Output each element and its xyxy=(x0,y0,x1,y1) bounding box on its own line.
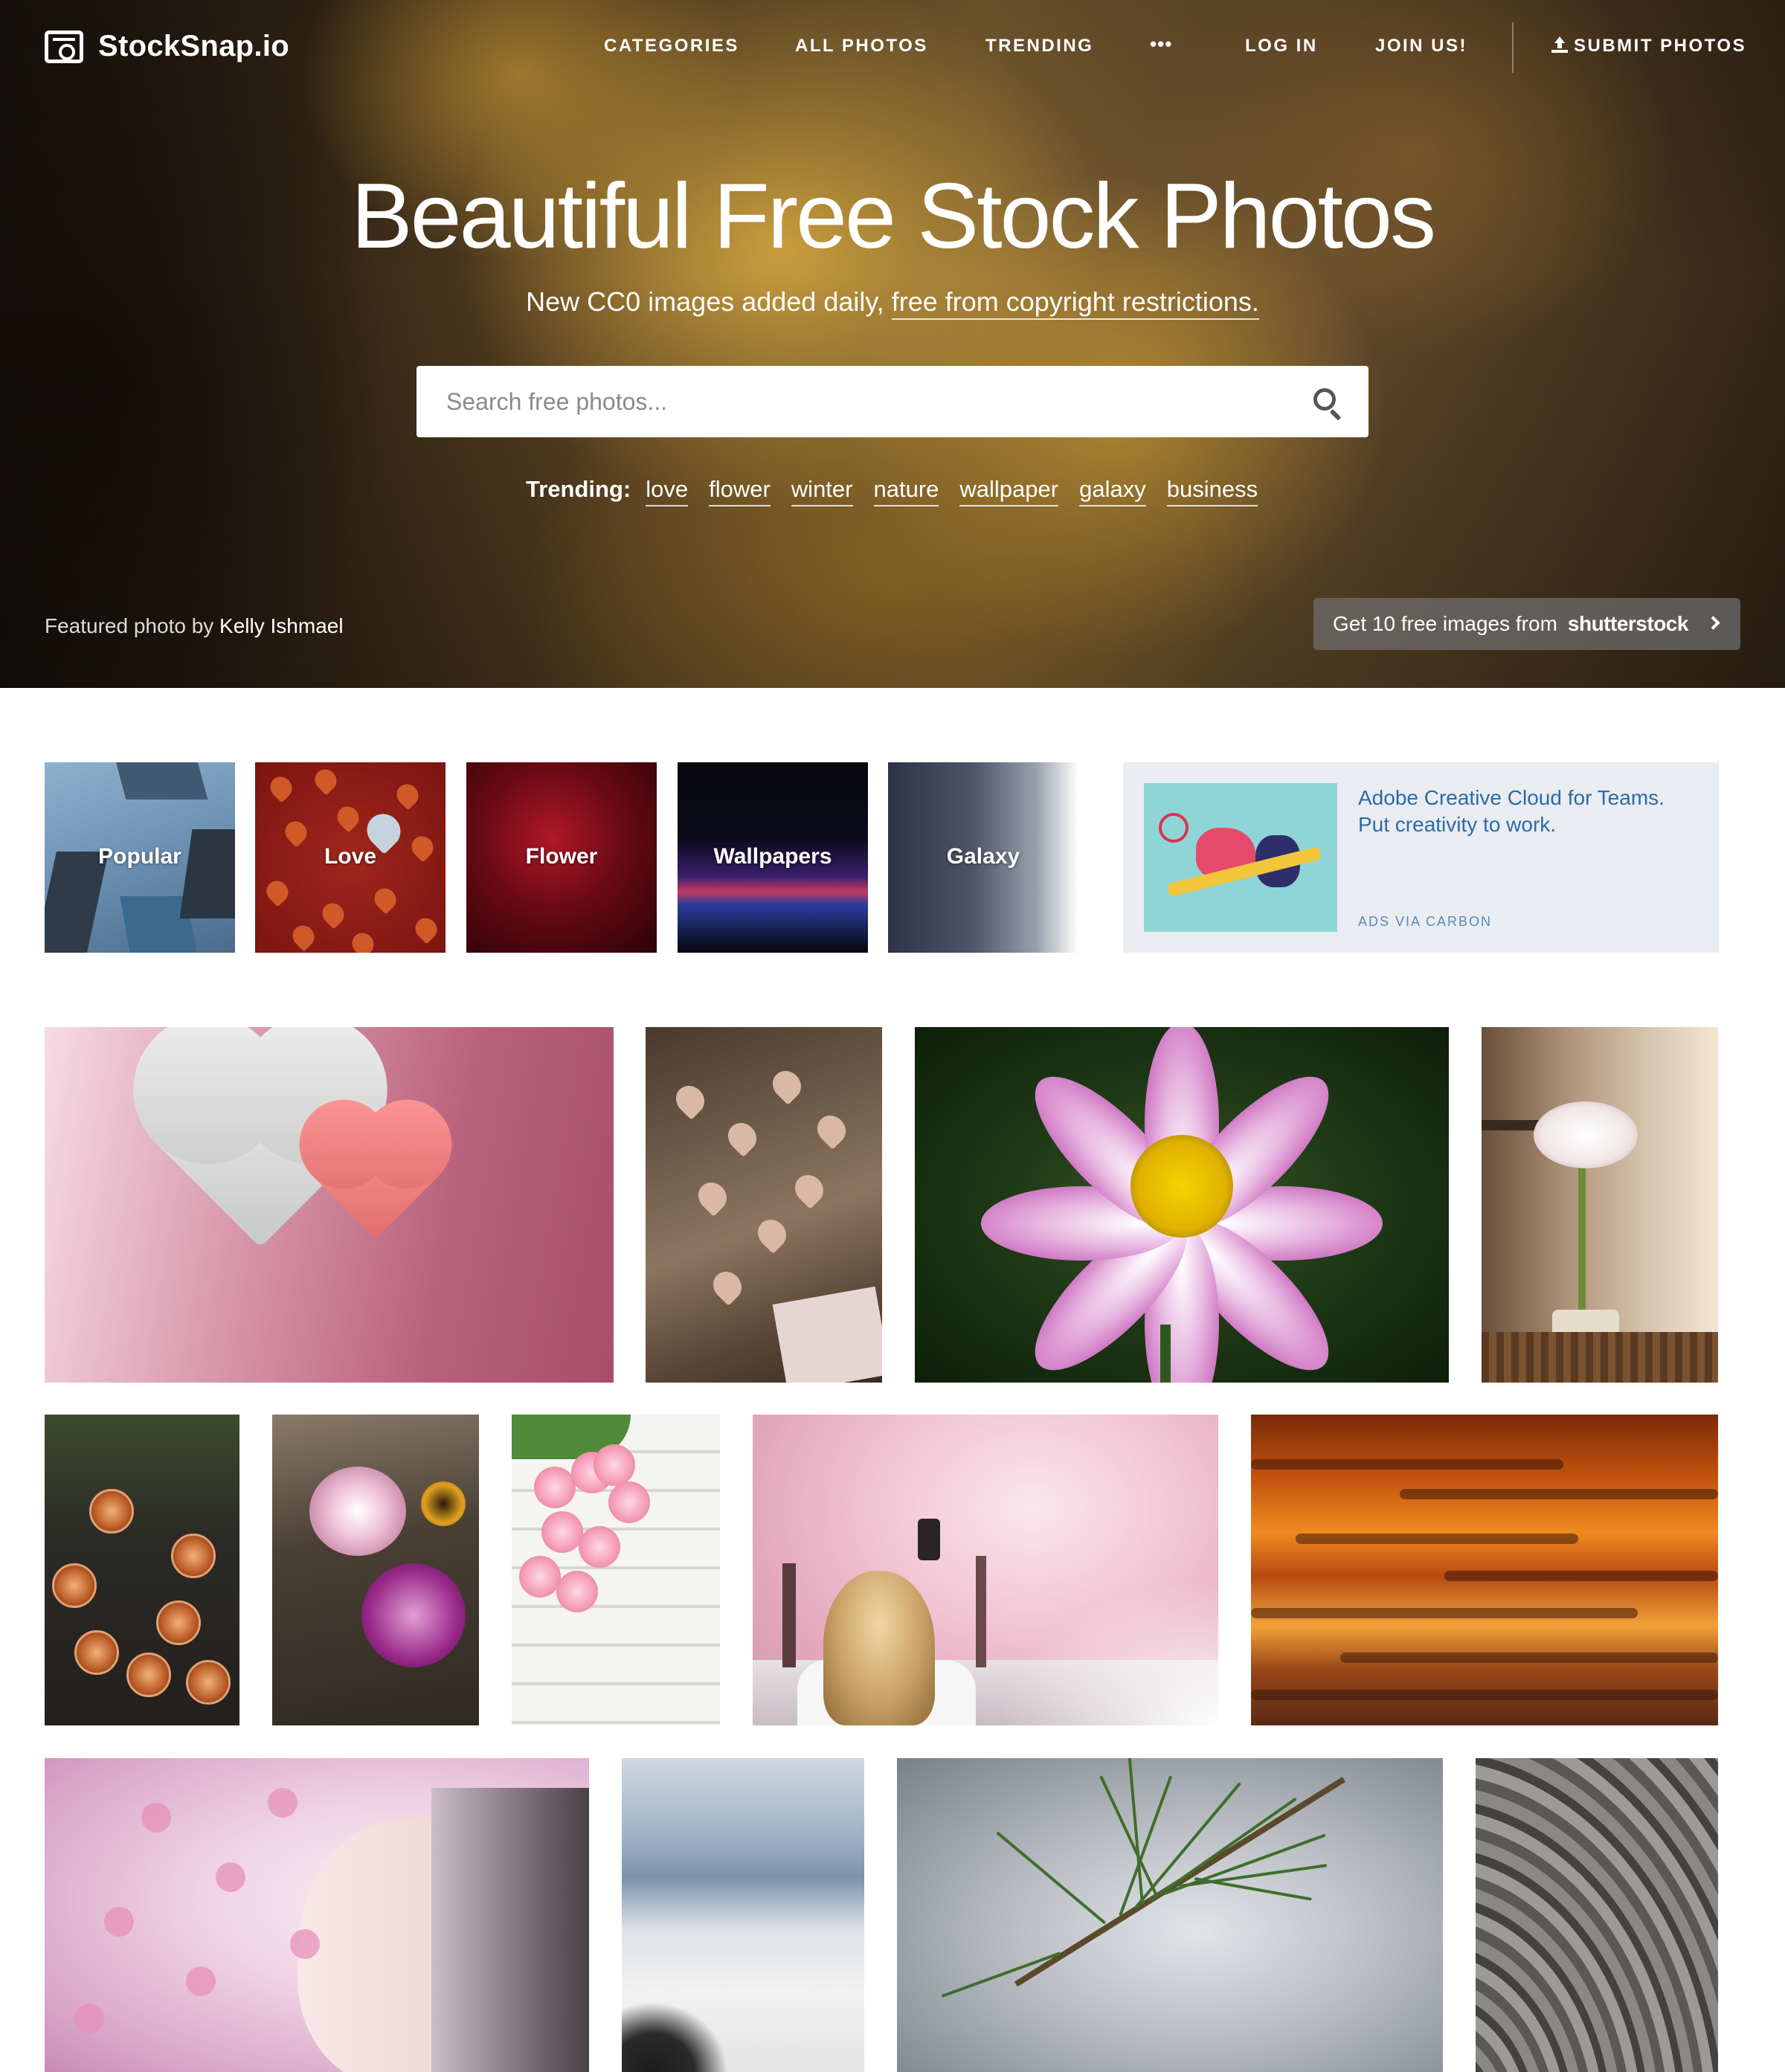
nav-divider xyxy=(1512,22,1514,73)
trending-tags: Trending: love flower winter nature wall… xyxy=(526,476,1279,506)
featured-prefix: Featured photo by xyxy=(45,614,220,637)
nav-categories[interactable]: CATEGORIES xyxy=(604,36,739,57)
top-nav: StockSnap.io CATEGORIES ALL PHOTOS TREND… xyxy=(0,0,1785,97)
category-popular[interactable]: Popular xyxy=(45,762,235,953)
hero-subtitle: New CC0 images added daily, free from co… xyxy=(0,286,1785,320)
category-label: Flower xyxy=(525,844,598,869)
category-label: Popular xyxy=(98,844,181,869)
logo-text: StockSnap.io xyxy=(98,30,289,62)
ad-image[interactable] xyxy=(1144,783,1337,932)
trending-tag-wallpaper[interactable]: wallpaper xyxy=(959,476,1059,506)
photo-sea-of-clouds[interactable] xyxy=(622,1758,864,2072)
nav-join-us[interactable]: JOIN US! xyxy=(1375,36,1467,57)
category-love[interactable]: Love xyxy=(255,762,446,953)
featured-photographer-link[interactable]: Kelly Ishmael xyxy=(219,614,344,637)
trending-label: Trending: xyxy=(526,476,631,502)
search-icon[interactable] xyxy=(1312,387,1345,421)
submit-photos-label: SUBMIT PHOTOS xyxy=(1574,36,1747,56)
category-label: Wallpapers xyxy=(713,844,832,869)
camera-icon xyxy=(45,30,83,63)
ad-text[interactable]: Adobe Creative Cloud for Teams. Put crea… xyxy=(1358,785,1700,838)
photo-pink-roses[interactable] xyxy=(512,1415,720,1725)
upload-icon xyxy=(1551,36,1568,53)
search-input[interactable] xyxy=(446,366,1302,437)
submit-photos-button[interactable]: SUBMIT PHOTOS xyxy=(1551,36,1746,57)
photo-woman-blossoms[interactable] xyxy=(45,1758,589,2072)
trending-tag-winter[interactable]: winter xyxy=(791,476,853,506)
more-menu-icon[interactable]: ••• xyxy=(1150,33,1172,56)
photo-dried-citrus[interactable] xyxy=(45,1415,239,1725)
photo-orange-sunset[interactable] xyxy=(1251,1415,1718,1725)
photo-paper-hearts[interactable] xyxy=(646,1027,882,1383)
nav-trending[interactable]: TRENDING xyxy=(985,36,1093,57)
photo-pine-needles[interactable] xyxy=(897,1758,1443,2072)
category-wallpapers[interactable]: Wallpapers xyxy=(678,762,868,953)
category-label: Love xyxy=(324,844,377,869)
shutterstock-logo: shutterstock xyxy=(1567,612,1689,635)
trending-tag-love[interactable]: love xyxy=(646,476,689,506)
hero-banner: StockSnap.io CATEGORIES ALL PHOTOS TREND… xyxy=(0,0,1785,688)
hero-title: Beautiful Free Stock Photos xyxy=(350,165,1436,268)
copyright-link[interactable]: free from copyright restrictions. xyxy=(891,286,1259,320)
carbon-ad[interactable]: Adobe Creative Cloud for Teams. Put crea… xyxy=(1123,762,1719,953)
nav-all-photos[interactable]: ALL PHOTOS xyxy=(795,36,928,57)
search-bar xyxy=(416,366,1368,437)
trending-tag-business[interactable]: business xyxy=(1166,476,1258,506)
shutterstock-offer-text: Get 10 free images from xyxy=(1333,612,1557,635)
nav-log-in[interactable]: LOG IN xyxy=(1245,36,1318,57)
category-galaxy[interactable]: Galaxy xyxy=(888,762,1078,953)
category-flower[interactable]: Flower xyxy=(466,762,657,953)
photo-dahlias[interactable] xyxy=(272,1415,479,1725)
photo-amaryllis[interactable] xyxy=(1482,1027,1718,1383)
ads-via-carbon-link[interactable]: ADS VIA CARBON xyxy=(1358,914,1492,930)
logo[interactable]: StockSnap.io xyxy=(45,30,289,63)
photo-rock-texture[interactable] xyxy=(1476,1758,1718,2072)
shutterstock-offer-button[interactable]: Get 10 free images from shutterstock xyxy=(1313,598,1740,650)
category-label: Galaxy xyxy=(946,844,1020,869)
trending-tag-galaxy[interactable]: galaxy xyxy=(1079,476,1146,506)
featured-credit: Featured photo by Kelly Ishmael xyxy=(45,614,344,638)
photo-woman-cherry-blossoms[interactable] xyxy=(753,1415,1218,1725)
photo-hearts[interactable] xyxy=(45,1027,614,1383)
trending-tag-flower[interactable]: flower xyxy=(709,476,771,506)
hero-subtitle-text: New CC0 images added daily, xyxy=(526,286,892,317)
trending-tag-nature[interactable]: nature xyxy=(873,476,939,506)
photo-cosmos-flower[interactable] xyxy=(915,1027,1449,1383)
chevron-right-icon xyxy=(1706,616,1720,630)
